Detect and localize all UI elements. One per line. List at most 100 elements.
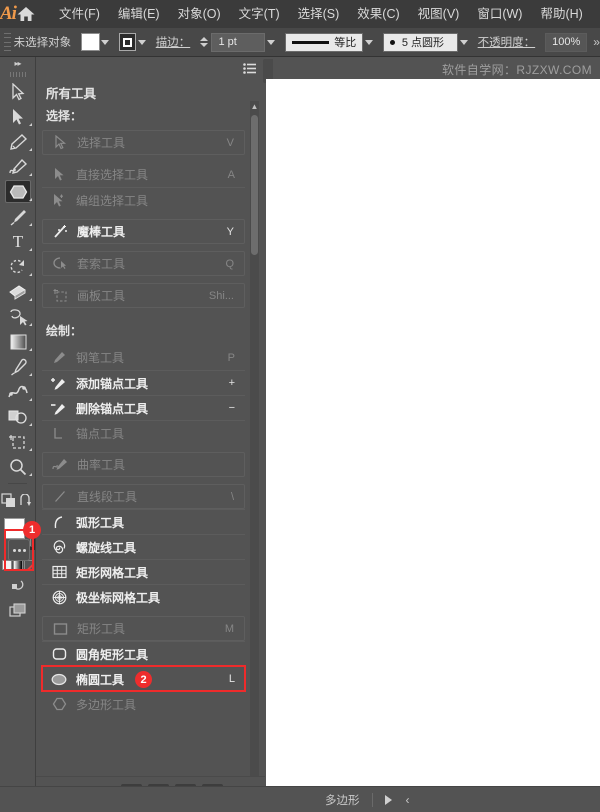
scroll-thumb[interactable] [251, 115, 258, 255]
tool-row-label: 添加锚点工具 [76, 376, 149, 391]
tool-row-shortcut: M [224, 622, 234, 635]
tool-shape-builder[interactable] [0, 404, 36, 429]
tool-row-arc[interactable]: 弧形工具 [42, 509, 245, 534]
menu-item-edit[interactable]: 编辑(E) [109, 0, 169, 28]
brush-icon [10, 209, 26, 226]
tool-row-magic-wand[interactable]: 魔棒工具 Y [42, 219, 245, 244]
tool-group-indicator [29, 148, 32, 151]
control-bar-overflow[interactable]: » [593, 35, 600, 49]
tool-eraser[interactable] [0, 279, 36, 304]
scroll-up-arrow[interactable]: ▲ [250, 101, 259, 111]
toolbar-collapse-button[interactable]: ▸▸ [0, 57, 35, 70]
line-segment-icon [47, 489, 73, 504]
menu-items: 文件(F) 编辑(E) 对象(O) 文字(T) 选择(S) 效果(C) 视图(V… [50, 0, 600, 28]
tool-row-selection[interactable]: 选择工具 V [42, 130, 245, 155]
menu-item-help[interactable]: 帮助(H) [531, 0, 591, 28]
stroke-weight-stepper[interactable] [200, 37, 209, 47]
direct-select-icon [46, 167, 72, 182]
play-icon[interactable] [384, 794, 392, 805]
tool-row-polygon[interactable]: 多边形工具 [42, 691, 245, 716]
tool-row-shortcut: \ [230, 490, 234, 503]
status-chevron[interactable]: ‹ [406, 793, 410, 807]
watermark: 软件自学网：RJZXW.COM [442, 63, 592, 77]
tool-shape-modes[interactable] [0, 488, 18, 513]
tool-row-shortcut: A [227, 168, 235, 181]
panel-title: 所有工具 [46, 87, 97, 101]
panel-scrollbar[interactable]: ▲ ▼ [250, 101, 259, 812]
artboard-canvas[interactable] [266, 79, 600, 786]
menu-item-file[interactable]: 文件(F) [50, 0, 109, 28]
tool-row-group-selection[interactable]: 编组选择工具 [42, 187, 245, 212]
tool-row-curvature[interactable]: 曲率工具 [42, 452, 245, 477]
stroke-weight-dropdown[interactable] [265, 33, 277, 51]
opacity-input[interactable]: 100% [545, 32, 588, 52]
annotation-badge-2: 2 [135, 671, 152, 688]
tool-swap-arrows[interactable] [18, 488, 36, 513]
tool-type[interactable]: T [0, 229, 36, 254]
tool-free-transform[interactable] [0, 304, 36, 329]
tool-row-direct-selection[interactable]: 直接选择工具 A [42, 162, 245, 187]
menu-item-type[interactable]: 文字(T) [230, 0, 289, 28]
tool-blend[interactable] [0, 379, 36, 404]
profile-label: 等比 [334, 37, 357, 49]
tool-paintbrush[interactable] [0, 204, 36, 229]
canvas-area[interactable]: collapse-tab-icon 软件自学网：RJZXW.COM [263, 57, 600, 786]
tool-row-polar-grid[interactable]: 极坐标网格工具 [42, 584, 245, 609]
brush-dropdown[interactable] [458, 33, 470, 51]
tool-curvature[interactable] [0, 154, 36, 179]
swap-arrow-icon [20, 493, 32, 506]
menu-item-view[interactable]: 视图(V) [409, 0, 469, 28]
more-options-button[interactable] [8, 539, 30, 561]
draw-normal-icon [12, 580, 24, 590]
tool-group-indicator [29, 223, 32, 226]
tool-group-indicator [29, 448, 32, 451]
tool-row-artboard[interactable]: 画板工具 Shi... [42, 283, 245, 308]
toolbar-grip[interactable] [0, 70, 35, 79]
tool-shape[interactable] [0, 179, 36, 204]
menu-item-object[interactable]: 对象(O) [169, 0, 230, 28]
tool-row-rounded-rect[interactable]: 圆角矩形工具 [42, 641, 245, 666]
menu-item-effect[interactable]: 效果(C) [348, 0, 408, 28]
tool-row-line-segment[interactable]: 直线段工具 \ [42, 484, 245, 509]
control-bar-grip[interactable] [4, 33, 11, 51]
stroke-profile-dropdown[interactable] [363, 33, 375, 51]
tool-row-label: 选择工具 [77, 136, 126, 150]
spiral-icon [46, 539, 72, 555]
tool-row-rect-grid[interactable]: 矩形网格工具 [42, 559, 245, 584]
tool-row-pen[interactable]: 钢笔工具 P [42, 345, 245, 370]
stroke-profile-select[interactable]: 等比 [284, 32, 364, 52]
rectangle-icon [47, 622, 73, 636]
tool-row-rectangle[interactable]: 矩形工具 M [42, 616, 245, 641]
tool-rotate[interactable] [0, 254, 36, 279]
tool-pen[interactable] [0, 129, 36, 154]
panel-menu-icon[interactable] [243, 63, 256, 77]
tool-row-delete-anchor[interactable]: 删除锚点工具 − [42, 395, 245, 420]
tool-row-shortcut: V [226, 136, 234, 149]
brush-definition-select[interactable]: 5 点圆形 [382, 32, 459, 52]
rotate-icon [10, 259, 24, 273]
fill-dropdown-toggle[interactable] [100, 33, 112, 51]
tool-row-label: 螺旋线工具 [76, 540, 137, 555]
menu-item-select[interactable]: 选择(S) [289, 0, 349, 28]
stroke-weight-input[interactable]: 1 pt [211, 32, 266, 52]
tool-gradient[interactable] [0, 329, 36, 354]
tool-row-spiral[interactable]: 螺旋线工具 [42, 534, 245, 559]
tool-direct-selection[interactable] [0, 104, 36, 129]
fill-color-swatch[interactable] [81, 33, 100, 51]
status-tool-zone: 多边形 ‹ [265, 787, 410, 812]
illustrator-window: Ai 文件(F) 编辑(E) 对象(O) 文字(T) 选择(S) 效果(C) 视… [0, 0, 600, 812]
tool-row-anchor-point[interactable]: 锚点工具 [42, 420, 245, 445]
stroke-dropdown-toggle[interactable] [136, 33, 148, 51]
tool-eyedropper[interactable] [0, 354, 36, 379]
stroke-color-swatch[interactable] [119, 33, 137, 51]
tool-drawing-mode[interactable] [0, 573, 36, 598]
tool-row-ellipse[interactable]: 椭圆工具 2 L [41, 665, 246, 692]
tool-row-add-anchor[interactable]: 添加锚点工具 + [42, 370, 245, 395]
tool-zoom[interactable] [0, 454, 36, 479]
home-icon[interactable] [16, 0, 36, 28]
tool-artboard[interactable] [0, 429, 36, 454]
tool-row-lasso[interactable]: 套索工具 Q [42, 251, 245, 276]
tool-screen-mode[interactable] [0, 598, 36, 623]
menu-item-window[interactable]: 窗口(W) [468, 0, 531, 28]
tool-selection[interactable] [0, 79, 36, 104]
